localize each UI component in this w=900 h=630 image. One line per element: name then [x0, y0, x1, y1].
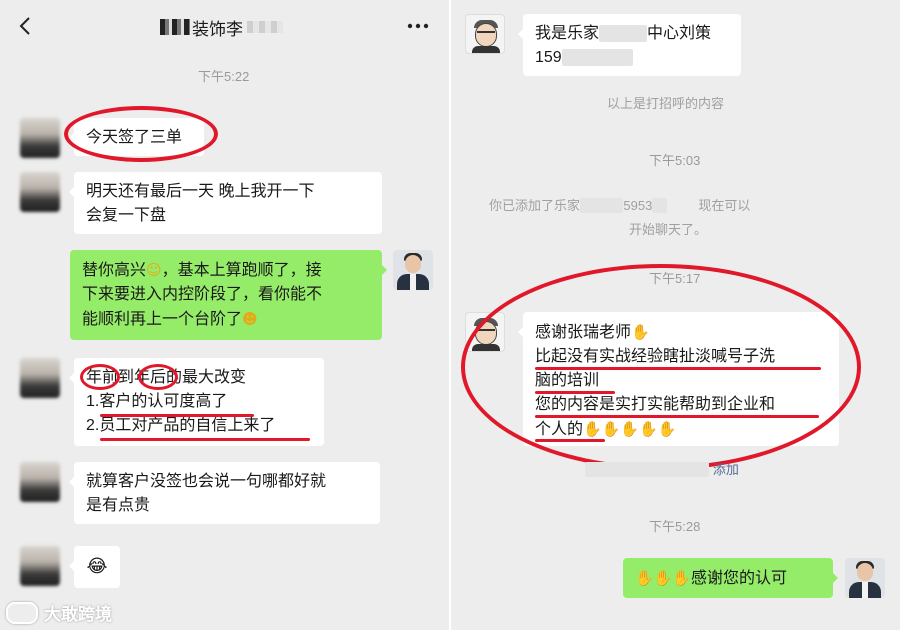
- watermark: 大敢跨境: [6, 600, 112, 625]
- timestamp: 下午5:28: [649, 519, 701, 534]
- annotation-circle: [461, 264, 861, 470]
- message-line: 1.客户的认可度高了: [86, 393, 228, 410]
- message-line: 能顺利再上一个台阶了☻: [82, 307, 370, 332]
- avatar[interactable]: [20, 462, 60, 502]
- timestamp: 下午5:03: [649, 153, 701, 168]
- system-message: 你已添加了乐家000000595300 现在可以 开始聊天了。: [489, 198, 751, 237]
- message-line: 下来要进入内控阶段了，看你能不: [82, 286, 323, 303]
- message-line: 明天还有最后一天 晚上我开一下: [86, 183, 315, 200]
- annotation-circle: [80, 364, 120, 390]
- laughing-emoji-icon: 😂: [86, 556, 108, 577]
- redacted-text: 000000: [580, 198, 624, 213]
- more-dots-icon: [407, 23, 429, 29]
- message-bubble-sent[interactable]: 替你高兴☺，基本上算跑顺了，接 下来要进入内控阶段了，看你能不 能顺利再上一个台…: [70, 250, 387, 340]
- avatar[interactable]: [465, 14, 505, 54]
- annotation-circle: [138, 364, 178, 390]
- chevron-left-icon: [19, 17, 30, 35]
- back-button[interactable]: [14, 14, 38, 38]
- message-line: 我是乐家中心中中心刘策: [535, 25, 712, 42]
- cheer-emoji-icon: ☻: [242, 310, 258, 328]
- redacted-name-tail: [247, 21, 283, 33]
- message-bubble[interactable]: 就算客户没签也会说一句哪都好就 是有点贵: [69, 462, 380, 524]
- message-bubble[interactable]: 😂: [69, 546, 120, 588]
- left-chat-screenshot: 装饰李 下午5:22 今天签了三单 明天还有最后一天 晚上我开一下 会复一下盘 …: [0, 0, 449, 630]
- redacted-text: 00: [652, 198, 667, 213]
- more-button[interactable]: [404, 16, 432, 36]
- avatar[interactable]: [20, 358, 60, 398]
- avatar-self[interactable]: [845, 558, 885, 598]
- avatar[interactable]: [20, 546, 60, 586]
- message-bubble-sent[interactable]: ✋✋✋感谢您的认可: [623, 558, 838, 598]
- system-hint: 将 张瑞 添加到通讯录 添加: [585, 458, 739, 482]
- chat-title-text: 装饰李: [192, 19, 243, 39]
- system-message: 以上是打招呼的内容: [607, 96, 725, 111]
- message-line: 就算客户没签也会说一句哪都好就: [86, 473, 327, 490]
- redacted-text: 将 张瑞 添加到通讯录: [585, 462, 710, 477]
- avatar-self[interactable]: [393, 250, 433, 290]
- message-line: 2.员工对产品的自信上来了: [86, 417, 276, 434]
- message-text: 感谢您的认可: [691, 570, 788, 587]
- chat-title: 装饰李: [160, 14, 283, 40]
- avatar[interactable]: [20, 118, 60, 158]
- message-bubble[interactable]: 明天还有最后一天 晚上我开一下 会复一下盘: [69, 172, 382, 234]
- annotation-underline: [100, 438, 310, 441]
- message-line: 会复一下盘: [86, 207, 167, 224]
- message-line: 替你高兴☺，基本上算跑顺了，接: [82, 258, 370, 283]
- add-contact-link[interactable]: 添加: [713, 462, 739, 477]
- watermark-logo-icon: [6, 601, 38, 624]
- avatar[interactable]: [20, 172, 60, 212]
- happy-emoji-icon: ☺: [146, 261, 162, 279]
- annotation-underline: [100, 414, 254, 417]
- message-line: 是有点贵: [86, 497, 151, 514]
- redacted-name: [160, 19, 190, 35]
- pray-emoji-icon: ✋✋✋: [635, 569, 692, 587]
- timestamp: 下午5:22: [198, 69, 250, 84]
- message-line: 15900000000: [535, 46, 729, 70]
- annotation-circle: [64, 106, 218, 162]
- redacted-text: 中心中: [599, 25, 648, 42]
- message-bubble[interactable]: 我是乐家中心中中心刘策 15900000000: [518, 14, 741, 76]
- redacted-phone: 00000000: [561, 49, 633, 66]
- right-chat-screenshot: 我是乐家中心中中心刘策 15900000000 以上是打招呼的内容 下午5:03…: [451, 0, 900, 630]
